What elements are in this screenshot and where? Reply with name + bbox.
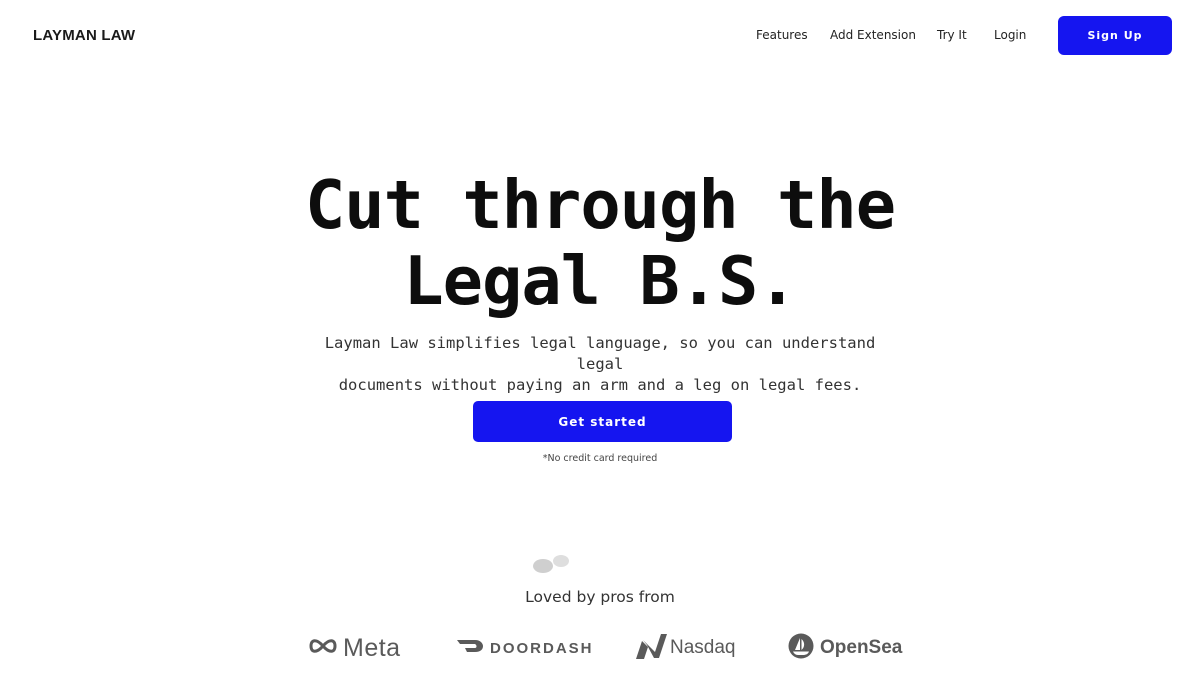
- opensea-logo: OpenSea: [788, 630, 902, 666]
- nasdaq-logo: Nasdaq: [634, 630, 736, 666]
- meta-infinity-icon: [307, 636, 339, 661]
- brand-logo[interactable]: LAYMAN LAW: [33, 27, 135, 44]
- doordash-logo-text: DOORDASH: [490, 639, 594, 657]
- avatar: [553, 555, 569, 567]
- doordash-logo: DOORDASH: [456, 630, 594, 666]
- opensea-icon: [788, 633, 814, 664]
- social-proof-heading: Loved by pros from: [525, 588, 675, 606]
- sign-up-button[interactable]: Sign Up: [1058, 16, 1172, 55]
- nav-link-add-extension[interactable]: Add Extension: [830, 28, 916, 42]
- avatar-group: [533, 555, 573, 575]
- opensea-logo-text: OpenSea: [820, 637, 903, 658]
- nav-link-try-it[interactable]: Try It: [937, 28, 967, 42]
- hero-subtitle-line-2: documents without paying an arm and a le…: [338, 376, 862, 394]
- doordash-icon: [456, 638, 484, 659]
- meta-logo: Meta: [307, 630, 401, 666]
- meta-logo-text: Meta: [343, 633, 401, 662]
- hero-subtitle: Layman Law simplifies legal language, so…: [300, 333, 900, 396]
- get-started-button[interactable]: Get started: [473, 401, 732, 442]
- nav-link-features[interactable]: Features: [756, 28, 808, 42]
- hero-title-line-1: Cut through the: [304, 166, 896, 244]
- hero-subtitle-line-1: Layman Law simplifies legal language, so…: [324, 334, 876, 373]
- hero-title: Cut through the Legal B.S.: [0, 167, 1200, 319]
- avatar: [533, 559, 553, 573]
- top-nav: LAYMAN LAW Features Add Extension Try It…: [0, 0, 1200, 70]
- nasdaq-logo-text: Nasdaq: [670, 637, 736, 658]
- nasdaq-icon: [634, 632, 668, 665]
- no-credit-card-note: *No credit card required: [542, 453, 658, 464]
- hero-title-line-2: Legal B.S.: [403, 242, 797, 320]
- nav-link-login[interactable]: Login: [994, 28, 1026, 42]
